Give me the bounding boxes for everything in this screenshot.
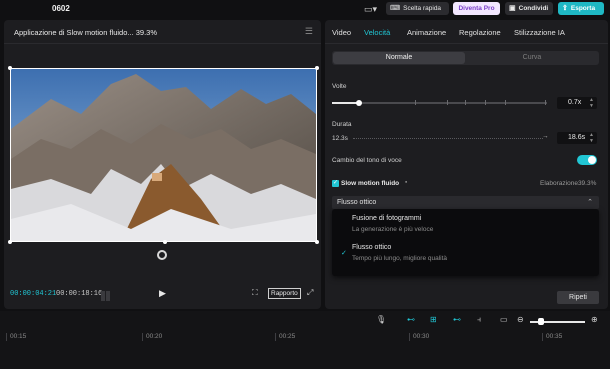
duration-value: 18.6s bbox=[568, 134, 586, 141]
split-icon[interactable]: ⫞ bbox=[477, 315, 481, 325]
ruler-label: 00:35 bbox=[546, 333, 563, 340]
chevron-up-icon: ⌃ bbox=[587, 199, 593, 206]
link-clips-icon[interactable]: ⊷ bbox=[407, 315, 415, 324]
option-optical-flow-title[interactable]: Flusso ottico bbox=[352, 244, 391, 251]
speed-slider-fill bbox=[332, 102, 359, 104]
share-label: Condividi bbox=[518, 5, 549, 12]
timeline: 🎙 ⊷ ⊞ ⊷ ⫞ ▭ ⊖ ⊕ 00:15 00:20 00:25 00:30 … bbox=[0, 311, 610, 369]
method-dropdown[interactable]: Flusso ottico ⌃ bbox=[332, 196, 599, 209]
duration-track bbox=[353, 138, 543, 139]
ruler-tick bbox=[409, 333, 410, 341]
tab-speed[interactable]: Velocità bbox=[364, 28, 390, 37]
fit-screen-icon[interactable]: ⛶ bbox=[252, 288, 258, 298]
speed-slider-knob[interactable] bbox=[356, 100, 362, 106]
layout-button[interactable]: ▭▾ bbox=[364, 3, 380, 15]
ruler-label: 00:15 bbox=[10, 333, 27, 340]
option-frame-blend-title[interactable]: Fusione di fotogrammi bbox=[352, 215, 421, 222]
player-title: Applicazione di Slow motion fluido... 39… bbox=[14, 28, 157, 37]
duration-original: 12.3s bbox=[332, 135, 348, 142]
share-icon: ▣ bbox=[509, 5, 516, 12]
microphone-icon[interactable]: 🎙 bbox=[376, 315, 386, 324]
stepper-arrows-icon[interactable]: ▲ ▼ bbox=[589, 97, 594, 109]
ruler-tick bbox=[142, 333, 143, 341]
player-panel: Applicazione di Slow motion fluido... 39… bbox=[4, 20, 321, 309]
duration-label: Durata bbox=[332, 121, 352, 128]
method-menu: Fusione di fotogrammi La generazione è p… bbox=[332, 209, 599, 276]
reset-button[interactable]: Ripeti bbox=[557, 291, 599, 304]
ruler-label: 00:30 bbox=[413, 333, 430, 340]
linkage-icon[interactable]: ⊷ bbox=[453, 315, 461, 324]
rotate-handle-icon[interactable] bbox=[157, 250, 167, 260]
mode-curve[interactable]: Curva bbox=[466, 52, 598, 64]
properties-panel: Video Velocità Animazione Regolazione St… bbox=[325, 20, 608, 309]
slowmo-status: Elaborazione39.3% bbox=[540, 180, 597, 187]
info-icon[interactable]: ▪ bbox=[405, 179, 407, 186]
ruler-label: 00:25 bbox=[279, 333, 296, 340]
fullscreen-icon[interactable]: ⤢ bbox=[307, 288, 313, 298]
slider-tick bbox=[545, 100, 546, 105]
speed-value: 0.7x bbox=[568, 99, 582, 106]
share-button[interactable]: ▣ Condividi bbox=[505, 2, 553, 15]
upgrade-pro-button[interactable]: Diventa Pro bbox=[453, 2, 500, 15]
stepper-arrows-icon[interactable]: ▲ ▼ bbox=[589, 132, 594, 144]
keyboard-icon: ⌨ bbox=[390, 5, 401, 12]
zoom-slider-knob[interactable] bbox=[538, 318, 544, 325]
shortcut-label: Scelta rapida bbox=[403, 5, 442, 12]
aspect-ratio-button[interactable]: Rapporto bbox=[268, 288, 301, 299]
export-button[interactable]: ⇪ Esporta bbox=[558, 2, 604, 15]
preview-axis-icon[interactable]: ▭ bbox=[500, 315, 508, 324]
mountain-image bbox=[11, 69, 316, 241]
snap-icon[interactable]: ⊞ bbox=[430, 315, 437, 324]
shortcut-button[interactable]: ⌨ Scelta rapida bbox=[386, 2, 449, 15]
menu-icon[interactable]: ☰ bbox=[305, 26, 313, 37]
zoom-out-icon[interactable]: ⊖ bbox=[517, 315, 524, 324]
play-icon[interactable]: ▶ bbox=[159, 288, 166, 299]
mode-normal[interactable]: Normale bbox=[333, 52, 465, 64]
option-frame-blend-desc: La generazione è più veloce bbox=[352, 226, 434, 233]
total-timecode: 00:00:18:16 bbox=[56, 290, 103, 298]
tab-ai-style[interactable]: Stilizzazione IA bbox=[514, 28, 565, 37]
zoom-in-icon[interactable]: ⊕ bbox=[591, 315, 598, 324]
pitch-label: Cambio del tono di voce bbox=[332, 157, 402, 164]
audio-level-icon bbox=[101, 288, 113, 301]
pitch-toggle[interactable] bbox=[577, 155, 597, 165]
duration-value-input[interactable]: 18.6s ▲ ▼ bbox=[557, 132, 597, 144]
tab-adjustment[interactable]: Regolazione bbox=[459, 28, 501, 37]
top-bar: 0602 ▭▾ ⌨ Scelta rapida Diventa Pro ▣ Cond… bbox=[0, 0, 610, 18]
export-label: Esporta bbox=[570, 5, 596, 12]
slider-tick bbox=[447, 100, 448, 105]
speed-slider[interactable] bbox=[332, 102, 547, 104]
slowmo-checkbox[interactable]: ✓ bbox=[332, 180, 339, 187]
layout-icon: ▭▾ bbox=[364, 4, 378, 14]
speed-mode-switch: Normale Curva bbox=[332, 51, 599, 65]
slider-tick bbox=[485, 100, 486, 105]
tab-bar: Video Velocità Animazione Regolazione St… bbox=[325, 20, 608, 44]
arrow-right-icon: → bbox=[542, 133, 549, 140]
tab-video[interactable]: Video bbox=[332, 28, 351, 37]
project-title: 0602 bbox=[52, 4, 70, 13]
slowmo-label: Slow motion fluido bbox=[341, 180, 400, 187]
export-icon: ⇪ bbox=[562, 5, 568, 12]
ruler-label: 00:20 bbox=[146, 333, 163, 340]
speed-label: Volte bbox=[332, 83, 347, 90]
slider-tick bbox=[465, 100, 466, 105]
tab-animation[interactable]: Animazione bbox=[407, 28, 446, 37]
check-icon: ✓ bbox=[341, 250, 347, 257]
current-timecode: 00:00:04:21 bbox=[10, 290, 57, 298]
divider bbox=[4, 43, 321, 44]
method-selected: Flusso ottico bbox=[337, 199, 377, 206]
option-optical-flow-desc: Tempo più lungo, migliore qualità bbox=[352, 255, 448, 262]
slider-tick bbox=[505, 100, 506, 105]
ruler-tick bbox=[542, 333, 543, 341]
video-preview[interactable] bbox=[11, 69, 316, 241]
ruler-tick bbox=[6, 333, 7, 341]
speed-value-input[interactable]: 0.7x ▲ ▼ bbox=[557, 97, 597, 109]
ruler-tick bbox=[275, 333, 276, 341]
slider-tick bbox=[415, 100, 416, 105]
